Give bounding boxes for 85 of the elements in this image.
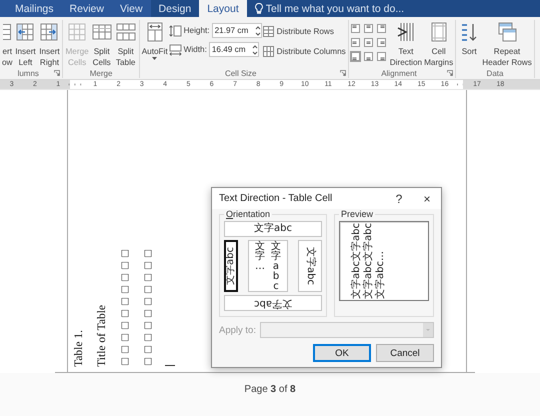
help-button[interactable]: ? xyxy=(385,188,413,209)
repeat-header-icon xyxy=(496,21,518,43)
group-label: Merge xyxy=(88,68,114,78)
field-label: Apply to: xyxy=(219,324,256,336)
lightbulb-icon xyxy=(254,3,263,14)
text-align-icon xyxy=(350,38,360,47)
ribbon-tab[interactable]: Layout xyxy=(199,0,247,17)
align-button[interactable] xyxy=(362,51,374,62)
close-button[interactable]: × xyxy=(413,188,441,209)
orientation-option[interactable]: 文字abc xyxy=(224,295,322,311)
insert-column-icon xyxy=(14,21,36,43)
align-button[interactable] xyxy=(376,23,387,34)
orientation-option[interactable]: 文字abc xyxy=(224,221,322,237)
insert-column-icon xyxy=(38,21,60,43)
text-align-icon xyxy=(350,24,360,33)
align-button[interactable] xyxy=(350,23,361,34)
ribbon-tab[interactable]: View xyxy=(112,0,151,17)
group-label: Orientation xyxy=(225,209,272,219)
ribbon-button[interactable]: AutoFit xyxy=(140,20,169,68)
text-align-icon xyxy=(364,24,373,33)
align-button[interactable] xyxy=(376,51,387,62)
spinner-icon[interactable] xyxy=(252,44,258,56)
table-grid-icon xyxy=(66,21,88,43)
text-align-icon xyxy=(376,24,386,33)
ribbon-button[interactable]: ert ow xyxy=(1,20,14,68)
orientation-option[interactable]: 文字abc xyxy=(298,240,322,292)
ribbon-button[interactable]: Text Direction xyxy=(388,20,424,68)
dialog-launcher-icon[interactable] xyxy=(54,70,60,76)
tell-me-field[interactable]: Tell me what you want to do... xyxy=(246,0,540,17)
size-field[interactable]: 16.49 cm xyxy=(208,42,259,57)
column-width-icon xyxy=(168,44,182,56)
ribbon-button[interactable]: Split Table xyxy=(114,20,138,68)
orientation-option[interactable]: 文字abc xyxy=(224,240,238,292)
ribbon-button[interactable]: Split Cells xyxy=(90,20,114,68)
dialog-title: Text Direction - Table Cell xyxy=(219,193,334,204)
align-button[interactable] xyxy=(376,37,387,48)
group-label: Alignment xyxy=(380,68,418,78)
text-align-icon xyxy=(376,52,386,61)
dialog-button[interactable]: OK xyxy=(313,344,371,362)
group-label: lumns xyxy=(16,68,40,78)
ribbon-button[interactable]: Distribute Columns xyxy=(262,43,347,59)
row-height-icon xyxy=(168,24,182,36)
cell-text: □□□□□□□□□□ xyxy=(119,247,132,367)
group-label: Cell Size xyxy=(224,68,258,78)
distribute-columns-icon xyxy=(262,46,274,56)
text-align-icon xyxy=(364,38,373,47)
paragraph-end-mark xyxy=(165,365,175,366)
ribbon-button[interactable]: Insert Right xyxy=(37,20,62,68)
ribbon-tab[interactable]: Mailings xyxy=(7,0,62,17)
cell-text: Title of Table xyxy=(96,305,109,367)
preview-text: 文字abc文字abc文字abc文字abc文字abc… xyxy=(351,223,387,299)
split-table-icon xyxy=(114,21,137,43)
ribbon-button[interactable]: Insert Left xyxy=(13,20,38,68)
align-button[interactable] xyxy=(350,51,361,62)
dialog-launcher-icon[interactable] xyxy=(447,70,454,76)
align-button[interactable] xyxy=(362,37,374,48)
insert-row-icon xyxy=(3,21,12,43)
cell-text: Table 1. xyxy=(73,330,86,367)
text-align-icon xyxy=(376,38,386,47)
ribbon-button[interactable]: Cell Margins xyxy=(423,20,454,68)
text-align-icon xyxy=(364,52,373,61)
align-button[interactable] xyxy=(350,37,361,48)
caret-icon xyxy=(423,323,433,337)
spinner-icon[interactable] xyxy=(254,24,261,36)
dialog-button[interactable]: Cancel xyxy=(376,344,434,362)
orientation-option[interactable]: 文字… 文字abc xyxy=(248,240,288,292)
ribbon-button[interactable]: Sort xyxy=(457,20,482,68)
tell-me-input[interactable]: Tell me what you want to do... xyxy=(266,2,446,14)
field-label: Height: xyxy=(184,26,210,35)
ribbon-button[interactable]: Repeat Header Rows xyxy=(481,20,533,68)
size-field[interactable]: 21.97 cm xyxy=(212,23,262,38)
group-label: Data xyxy=(486,68,504,78)
ribbon-tab[interactable]: Design xyxy=(150,0,200,17)
distribute-rows-icon xyxy=(262,26,274,36)
dialog-launcher-icon[interactable] xyxy=(340,70,346,76)
text-align-icon xyxy=(350,52,360,61)
cell-text: □□□□□□□□□□ xyxy=(142,247,155,367)
page-count: Page 3 of 8 xyxy=(244,384,296,395)
field-label: Width: xyxy=(184,45,207,54)
size-input[interactable]: 16.49 cm xyxy=(210,45,252,54)
align-button[interactable] xyxy=(362,23,374,34)
ribbon-tab[interactable]: Review xyxy=(62,0,112,17)
size-input[interactable]: 21.97 cm xyxy=(212,26,255,35)
group-label: Preview xyxy=(340,209,374,219)
ribbon-button[interactable]: Distribute Rows xyxy=(262,23,347,39)
